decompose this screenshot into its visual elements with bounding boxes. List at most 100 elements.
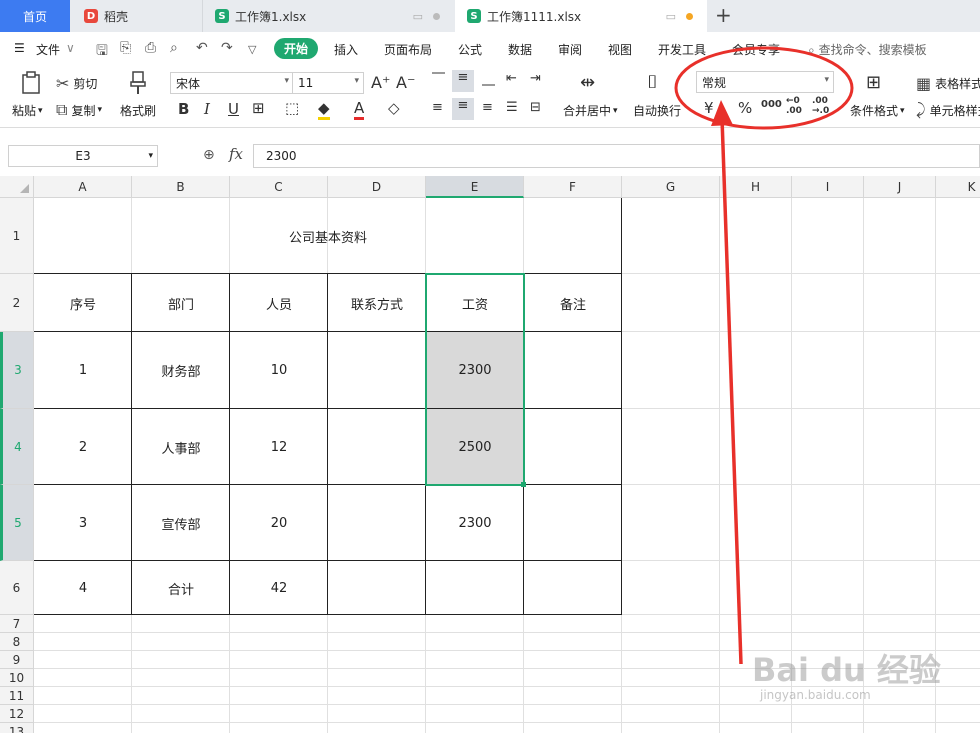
row-header-10[interactable]: 10: [0, 669, 34, 687]
border-icon[interactable]: ⊞: [252, 99, 265, 117]
formula-input[interactable]: 2300: [253, 144, 980, 168]
format-painter-button[interactable]: 格式刷: [120, 102, 156, 119]
table-cell[interactable]: 宣传部: [132, 485, 230, 561]
tab-home[interactable]: 首页: [0, 0, 70, 32]
currency-format-button[interactable]: ¥: [704, 99, 714, 117]
table-cell[interactable]: [524, 332, 622, 409]
row-header-3[interactable]: 3: [0, 332, 34, 409]
menu-insert[interactable]: 插入: [334, 41, 358, 58]
format-painter-icon[interactable]: [128, 70, 148, 96]
column-header-b[interactable]: B: [132, 176, 230, 198]
column-header-j[interactable]: J: [864, 176, 936, 198]
distributed-icon[interactable]: ⊟: [530, 100, 541, 115]
tab-workbook1[interactable]: S 工作簿1.xlsx ▭: [202, 0, 454, 32]
unsaved-dot-icon[interactable]: [686, 13, 693, 20]
window-icon[interactable]: ▭: [413, 10, 423, 23]
command-search[interactable]: ⌕ 查找命令、搜索模板: [808, 41, 927, 58]
table-cell[interactable]: [426, 561, 524, 615]
name-box[interactable]: E3 ▾: [8, 145, 158, 167]
menu-review[interactable]: 审阅: [558, 41, 582, 58]
table-cell[interactable]: 人事部: [132, 409, 230, 485]
menu-formula[interactable]: 公式: [458, 41, 482, 58]
chevron-down-icon[interactable]: ∨: [66, 41, 75, 55]
wrap-text-icon[interactable]: ⌷: [647, 72, 658, 93]
conditional-format-icon[interactable]: ⊞: [866, 72, 881, 93]
cut-button[interactable]: ✂ 剪切: [56, 74, 97, 93]
header-cell[interactable]: 备注: [524, 274, 622, 332]
hamburger-icon[interactable]: ☰: [14, 41, 25, 55]
fill-style-icon[interactable]: ⬚: [285, 99, 299, 117]
increase-indent-icon[interactable]: ⇥: [530, 71, 541, 86]
table-cell[interactable]: [328, 409, 426, 485]
menu-start[interactable]: 开始: [274, 38, 319, 59]
header-cell[interactable]: 工资: [426, 274, 524, 332]
align-right-icon[interactable]: ≡: [482, 100, 493, 115]
menu-view[interactable]: 视图: [608, 41, 632, 58]
merge-center-icon[interactable]: ⇹: [580, 72, 595, 93]
row-header-8[interactable]: 8: [0, 633, 34, 651]
wrap-text-button[interactable]: 自动换行: [633, 102, 681, 119]
conditional-format-button[interactable]: 条件格式 ▾: [850, 102, 905, 119]
table-cell[interactable]: [524, 485, 622, 561]
clear-format-icon[interactable]: ◇: [388, 99, 400, 117]
align-top-icon[interactable]: ⎺: [432, 72, 445, 87]
table-cell[interactable]: 12: [230, 409, 328, 485]
column-header-f[interactable]: F: [524, 176, 622, 198]
tab-workbook1111[interactable]: S 工作簿1111.xlsx ▭: [455, 0, 707, 32]
row-header-12[interactable]: 12: [0, 705, 34, 723]
new-tab-plus-icon[interactable]: +: [715, 3, 732, 27]
row-header-5[interactable]: 5: [0, 485, 34, 561]
print-icon[interactable]: ⎙: [145, 40, 156, 56]
menu-page-layout[interactable]: 页面布局: [384, 41, 432, 58]
decrease-font-icon[interactable]: A⁻: [396, 73, 415, 92]
table-cell[interactable]: 4: [34, 561, 132, 615]
table-cell[interactable]: [328, 561, 426, 615]
fill-color-icon[interactable]: ◆: [318, 99, 330, 120]
table-cell[interactable]: 2300: [426, 485, 524, 561]
table-style-button[interactable]: ▦ 表格样式: [916, 74, 980, 93]
row-header-6[interactable]: 6: [0, 561, 34, 615]
redo-icon[interactable]: ↷: [221, 40, 233, 56]
column-header-a[interactable]: A: [34, 176, 132, 198]
row-header-11[interactable]: 11: [0, 687, 34, 705]
print-preview-icon[interactable]: ⌕: [170, 40, 178, 56]
font-name-select[interactable]: 宋体 ▾: [170, 72, 294, 94]
tab-daoke[interactable]: D 稻壳: [72, 0, 200, 32]
merge-center-button[interactable]: 合并居中 ▾: [563, 102, 618, 119]
number-format-select[interactable]: 常规 ▾: [696, 71, 834, 93]
select-all-corner[interactable]: [0, 176, 34, 198]
row-header-2[interactable]: 2: [0, 274, 34, 332]
menu-member[interactable]: 会员专享: [732, 41, 780, 58]
align-bottom-icon[interactable]: ⎽: [482, 72, 495, 87]
column-header-i[interactable]: I: [792, 176, 864, 198]
column-header-k[interactable]: K: [936, 176, 980, 198]
customize-toolbar-icon[interactable]: ▽: [248, 43, 256, 56]
table-cell[interactable]: 3: [34, 485, 132, 561]
row-header-4[interactable]: 4: [0, 409, 34, 485]
align-left-icon[interactable]: ≡: [432, 100, 443, 115]
thousands-separator-button[interactable]: 000: [761, 99, 782, 110]
menu-dev-tools[interactable]: 开发工具: [658, 41, 706, 58]
menu-data[interactable]: 数据: [508, 41, 532, 58]
copy-button[interactable]: ⧉ 复制 ▾: [56, 100, 102, 120]
header-cell[interactable]: 联系方式: [328, 274, 426, 332]
window-icon[interactable]: ▭: [666, 10, 676, 23]
justify-icon[interactable]: ☰: [506, 100, 518, 115]
zoom-icon[interactable]: ⊕: [203, 147, 215, 163]
header-cell[interactable]: 部门: [132, 274, 230, 332]
decrease-decimal-button[interactable]: .00 →.0: [812, 96, 829, 116]
table-cell[interactable]: 2500: [426, 409, 524, 485]
column-header-g[interactable]: G: [622, 176, 720, 198]
sheet-title-cell[interactable]: 公司基本资料: [34, 198, 622, 274]
table-cell[interactable]: [524, 561, 622, 615]
italic-icon[interactable]: I: [204, 100, 210, 118]
column-header-h[interactable]: H: [720, 176, 792, 198]
table-cell[interactable]: 2300: [426, 332, 524, 409]
table-cell[interactable]: 财务部: [132, 332, 230, 409]
underline-icon[interactable]: U: [228, 100, 239, 118]
undo-icon[interactable]: ↶: [196, 40, 208, 56]
font-size-select[interactable]: 11 ▾: [292, 72, 364, 94]
insert-function-button[interactable]: fx: [229, 145, 243, 163]
table-cell[interactable]: 10: [230, 332, 328, 409]
bold-icon[interactable]: B: [178, 100, 189, 118]
